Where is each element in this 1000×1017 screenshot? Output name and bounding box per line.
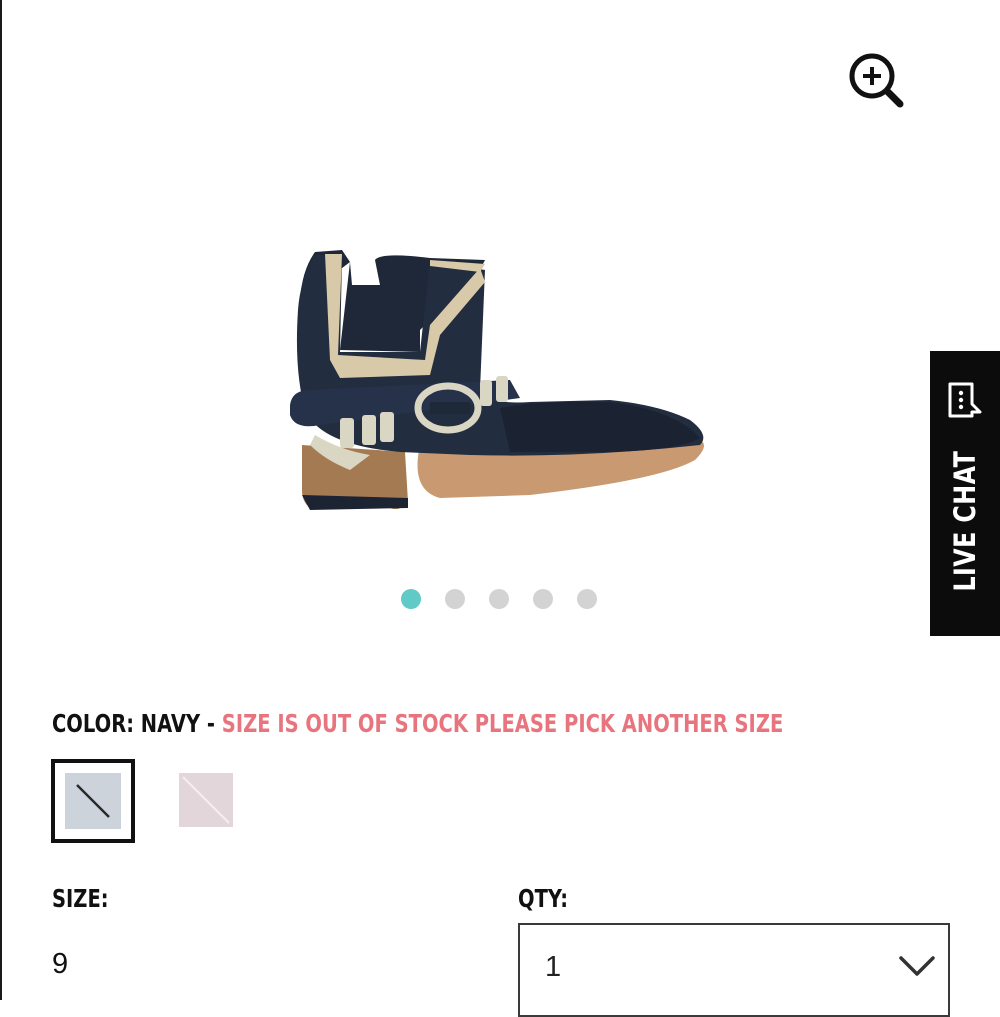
qty-label: QTY: <box>518 884 569 913</box>
zoom-button[interactable] <box>846 50 904 108</box>
color-swatch-navy[interactable] <box>51 759 135 843</box>
zoom-in-icon <box>849 53 904 108</box>
color-status-line: COLOR: NAVY - SIZE IS OUT OF STOCK PLEAS… <box>52 708 783 740</box>
page-left-border <box>0 0 2 1000</box>
color-separator: - <box>200 709 222 738</box>
unavailable-slash-icon <box>76 784 110 818</box>
size-value[interactable]: 9 <box>52 948 68 981</box>
live-chat-tab[interactable]: LIVE CHAT <box>930 351 1000 636</box>
carousel-dot[interactable] <box>445 589 465 609</box>
product-image[interactable] <box>280 240 720 520</box>
size-label: SIZE: <box>52 884 109 913</box>
color-label: COLOR: NAVY <box>52 709 201 738</box>
color-swatch-blush[interactable] <box>179 773 233 827</box>
chevron-down-icon <box>899 956 935 976</box>
qty-value: 1 <box>545 951 562 983</box>
carousel-dot[interactable] <box>577 589 597 609</box>
chat-bubble-icon <box>948 382 982 418</box>
live-chat-label: LIVE CHAT <box>948 451 982 592</box>
swatch-chip <box>65 773 121 829</box>
qty-select[interactable]: 1 <box>518 923 950 1017</box>
unavailable-slash-icon <box>182 776 230 824</box>
out-of-stock-warning: SIZE IS OUT OF STOCK PLEASE PICK ANOTHER… <box>221 709 784 738</box>
boot-illustration <box>290 250 704 510</box>
carousel-dot[interactable] <box>533 589 553 609</box>
carousel-dot[interactable] <box>401 589 421 609</box>
carousel-dots <box>401 589 597 611</box>
carousel-dot[interactable] <box>489 589 509 609</box>
